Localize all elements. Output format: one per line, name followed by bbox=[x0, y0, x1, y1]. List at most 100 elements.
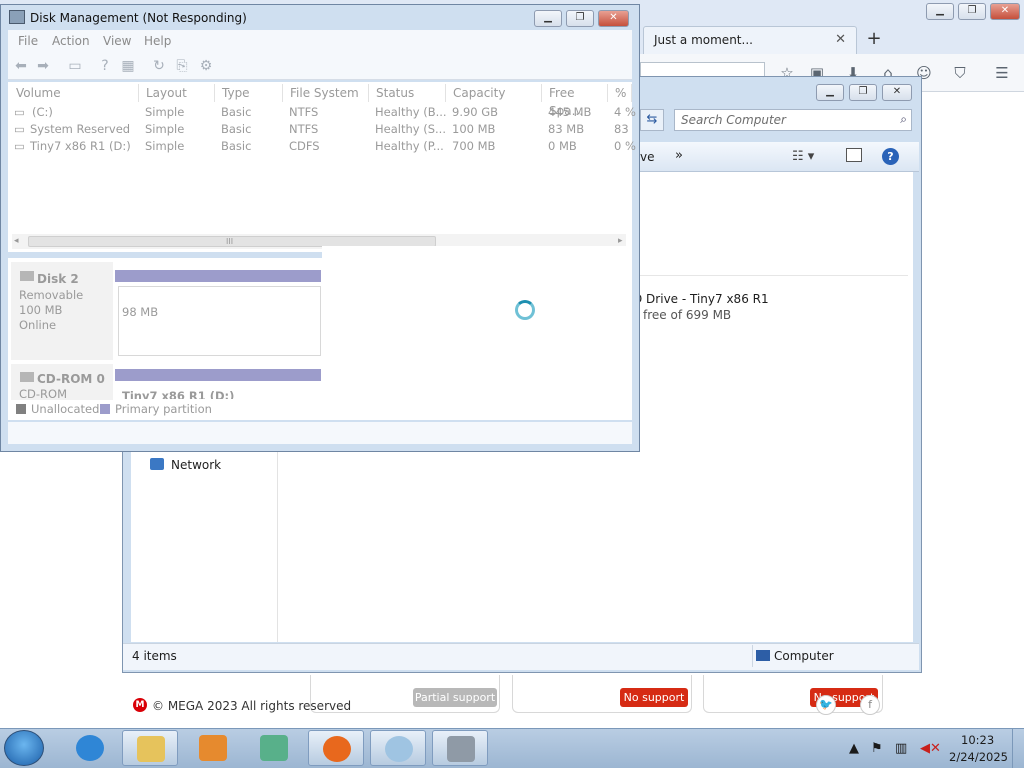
twitter-icon[interactable]: 🐦 bbox=[816, 695, 836, 715]
partition-size: 98 MB bbox=[122, 305, 159, 319]
back-icon[interactable]: ⬅ bbox=[12, 57, 30, 75]
menu-bar bbox=[8, 30, 632, 52]
cd-drive-icon: ▭ bbox=[14, 139, 25, 153]
cd-drive-item[interactable]: D Drive - Tiny7 x86 R1 bbox=[633, 292, 769, 306]
pocket-icon[interactable]: ⛉ bbox=[949, 62, 971, 84]
show-desktop-button[interactable] bbox=[1012, 729, 1024, 768]
clock-date[interactable]: 2/24/2025 bbox=[949, 750, 1008, 764]
cdrom-0-type: CD-ROM bbox=[19, 387, 67, 401]
new-tab-button[interactable]: + bbox=[864, 28, 884, 50]
window-title: Disk Management (Not Responding) bbox=[30, 11, 247, 25]
taskbar-explorer[interactable] bbox=[122, 730, 178, 766]
cell-status: Healthy (S... bbox=[375, 122, 446, 136]
tab-title: Just a moment... bbox=[654, 33, 753, 47]
disk-management-icon bbox=[9, 10, 25, 24]
column-header-capacity[interactable]: Capacity bbox=[446, 84, 542, 102]
cell-type: Basic bbox=[221, 122, 252, 136]
folder-icon bbox=[137, 736, 165, 762]
disk-management-icon bbox=[447, 736, 475, 762]
scroll-left-icon[interactable]: ◂ bbox=[14, 236, 19, 246]
disk-2-partition[interactable] bbox=[118, 286, 321, 356]
taskbar-media-player[interactable] bbox=[185, 730, 241, 766]
column-header-free-space[interactable]: Free Spa... bbox=[542, 84, 608, 118]
preview-pane-icon[interactable] bbox=[846, 148, 862, 162]
search-input[interactable]: Search Computer ⌕ bbox=[674, 109, 912, 131]
refresh-icon[interactable]: ⇆ bbox=[640, 109, 664, 131]
up-icon[interactable]: ▭ bbox=[66, 57, 84, 75]
menu-action[interactable]: Action bbox=[52, 34, 90, 48]
cell-type: Basic bbox=[221, 105, 252, 119]
cell-layout: Simple bbox=[145, 139, 185, 153]
settings-icon[interactable]: ⚙ bbox=[197, 57, 215, 75]
cell-layout: Simple bbox=[145, 105, 185, 119]
column-header-status[interactable]: Status bbox=[369, 84, 446, 102]
disk-2-state: Online bbox=[19, 318, 57, 332]
column-header-layout[interactable]: Layout bbox=[139, 84, 215, 102]
column-header-type[interactable]: Type bbox=[215, 84, 283, 102]
cell-free-space: 0 MB bbox=[548, 139, 577, 153]
scroll-right-icon[interactable]: ▸ bbox=[618, 236, 623, 246]
restore-button[interactable]: ❐ bbox=[958, 3, 986, 20]
cdrom-icon bbox=[20, 372, 34, 382]
menu-help[interactable]: Help bbox=[144, 34, 171, 48]
help-icon[interactable]: ? bbox=[882, 148, 899, 165]
taskbar-disc-app[interactable] bbox=[370, 730, 426, 766]
scroll-grip: III bbox=[226, 237, 234, 246]
column-header-file-system[interactable]: File System bbox=[283, 84, 369, 102]
cell-layout: Simple bbox=[145, 122, 185, 136]
minimize-button[interactable]: ▁ bbox=[816, 84, 844, 101]
tab-just-a-moment[interactable]: Just a moment... ✕ bbox=[643, 26, 857, 54]
tab-close-icon[interactable]: ✕ bbox=[835, 32, 846, 47]
network-tray-icon[interactable]: ▥ bbox=[895, 741, 907, 756]
partial-support-badge: Partial support bbox=[413, 688, 497, 707]
cell-volume: System Reserved bbox=[30, 122, 131, 136]
restore-button[interactable]: ❐ bbox=[849, 84, 877, 101]
minimize-button[interactable]: ▁ bbox=[534, 10, 562, 27]
cell-capacity: 700 MB bbox=[452, 139, 496, 153]
no-support-badge: No support bbox=[620, 688, 688, 707]
drive-icon: ▭ bbox=[14, 105, 25, 119]
primary-partition-swatch bbox=[100, 404, 110, 414]
cdrom-0-name: CD-ROM 0 bbox=[37, 372, 105, 386]
menu-view[interactable]: View bbox=[103, 34, 131, 48]
column-header-volume[interactable]: Volume bbox=[9, 84, 139, 102]
facebook-icon[interactable]: f bbox=[860, 695, 880, 715]
cell-percent-free: 4 % bbox=[614, 105, 636, 119]
help-icon[interactable]: ? bbox=[96, 57, 114, 75]
status-divider bbox=[752, 645, 753, 667]
volume-muted-icon[interactable]: ◀✕ bbox=[920, 741, 941, 756]
table-row[interactable] bbox=[10, 103, 632, 119]
nav-item-network[interactable]: Network bbox=[171, 458, 221, 472]
cell-volume: Tiny7 x86 R1 (D:) bbox=[30, 139, 131, 153]
menu-file[interactable]: File bbox=[18, 34, 38, 48]
more-commands-icon[interactable]: » bbox=[675, 148, 683, 163]
action-center-flag-icon[interactable]: ⚑ bbox=[871, 741, 883, 756]
clock-time[interactable]: 10:23 bbox=[961, 733, 994, 747]
cell-type: Basic bbox=[221, 139, 252, 153]
minimize-button[interactable]: ▁ bbox=[926, 3, 954, 20]
close-button[interactable]: ✕ bbox=[598, 10, 629, 27]
cell-file-system: CDFS bbox=[289, 139, 320, 153]
taskbar-internet-explorer[interactable] bbox=[64, 730, 120, 766]
taskbar-firefox[interactable] bbox=[308, 730, 364, 766]
rescan-icon[interactable]: ⎘ bbox=[173, 57, 191, 75]
hamburger-menu-icon[interactable]: ☰ bbox=[991, 62, 1013, 84]
start-button[interactable] bbox=[4, 730, 44, 766]
restore-button[interactable]: ❐ bbox=[566, 10, 594, 27]
taskbar-disk-management[interactable] bbox=[432, 730, 488, 766]
column-header-percent-free[interactable]: % F bbox=[608, 84, 632, 102]
status-location: Computer bbox=[774, 649, 834, 663]
taskbar-app[interactable] bbox=[246, 730, 302, 766]
command-overflow-text[interactable]: ve bbox=[640, 150, 654, 164]
disk-2-type: Removable bbox=[19, 288, 84, 302]
cell-capacity: 100 MB bbox=[452, 122, 496, 136]
close-button[interactable]: ✕ bbox=[882, 84, 912, 101]
not-responding-overlay bbox=[322, 246, 632, 420]
close-button[interactable]: ✕ bbox=[990, 3, 1020, 20]
forward-icon[interactable]: ➡ bbox=[34, 57, 52, 75]
firefox-icon bbox=[323, 736, 351, 762]
refresh-icon[interactable]: ↻ bbox=[150, 57, 168, 75]
properties-icon[interactable]: ▦ bbox=[119, 57, 137, 75]
show-hidden-icons-button[interactable]: ▲ bbox=[849, 741, 859, 756]
change-view-icon[interactable]: ☷ ▾ bbox=[792, 149, 814, 164]
